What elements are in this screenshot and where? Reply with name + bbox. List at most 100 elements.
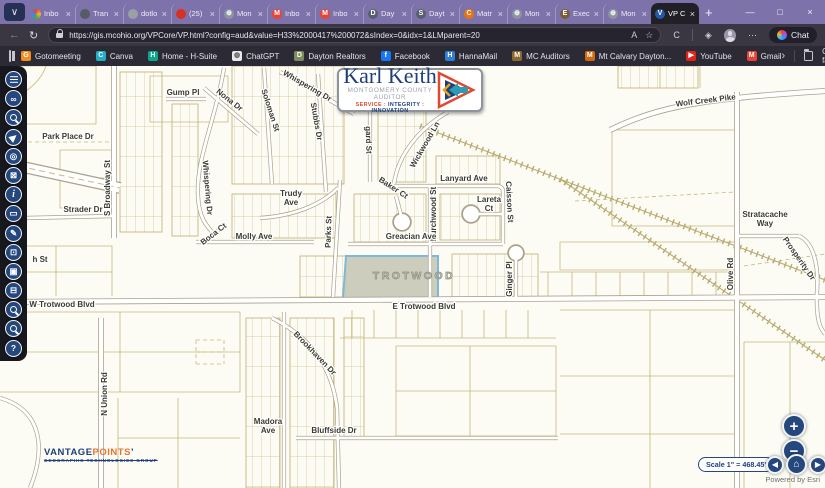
extent-nav-controls: ◀ ⌂ ▶ (766, 454, 825, 475)
home-extent-button[interactable]: ⌂ (786, 454, 807, 475)
read-aloud-icon[interactable]: A (631, 30, 637, 40)
minimize-button[interactable]: — (735, 7, 765, 17)
tool-binoculars-find[interactable]: ∞ (5, 90, 22, 107)
vantage-tm: ’ (131, 447, 134, 458)
tool-record-search[interactable] (5, 320, 22, 337)
tab-close-icon[interactable]: × (258, 9, 263, 19)
browser-tab-2[interactable]: Tran× (75, 3, 123, 24)
street-label: S Broadway St (103, 160, 112, 216)
bookmarks-right: › Other favorites (782, 47, 825, 65)
bookmark-mt-calvary-dayton[interactable]: MMt Calvary Dayton... (585, 51, 671, 61)
browser-tab-7[interactable]: MInbo× (315, 3, 363, 24)
favorite-star-icon[interactable]: ☆ (645, 30, 653, 41)
street-label: Bluffside Dr (311, 426, 356, 435)
tool-info[interactable]: i (5, 186, 22, 203)
bookmark-favicon: ▶ (686, 51, 696, 61)
tool-query[interactable] (5, 301, 22, 318)
tab-close-icon[interactable]: × (162, 9, 167, 19)
logo-tagline: SERVICE : INTEGRITY : INNOVATION (343, 102, 437, 114)
tool-print[interactable]: ⊟ (5, 282, 22, 299)
bookmark-favicon: D (294, 51, 304, 61)
tool-zoom-search[interactable] (5, 109, 22, 126)
browser-tab-10[interactable]: CMatr× (459, 3, 507, 24)
previous-extent-button[interactable]: ◀ (766, 456, 784, 474)
bookmark-chatgpt[interactable]: ◍ChatGPT (232, 51, 279, 61)
tab-close-icon[interactable]: × (642, 9, 647, 19)
bookmark-hannamail[interactable]: HHannaMail (445, 51, 497, 61)
browser-tab-8[interactable]: DDay× (363, 3, 411, 24)
tool-screenshot[interactable]: ▣ (5, 263, 22, 280)
tab-close-icon[interactable]: × (210, 9, 215, 19)
bookmark-gotomeeting[interactable]: GGotomeeting (21, 51, 81, 61)
zoom-in-button[interactable]: + (782, 414, 806, 438)
map-canvas[interactable]: Gump PlNona DrSoloman StWhispering DrStu… (0, 66, 825, 488)
bookmark-label: Gotomeeting (35, 52, 81, 61)
address-bar[interactable]: https://gis.mcohio.org/VPCore/VP.html?co… (48, 27, 661, 43)
bookmark-dayton-realtors[interactable]: DDayton Realtors (294, 51, 365, 61)
tab-close-icon[interactable]: × (402, 9, 407, 19)
next-extent-button[interactable]: ▶ (809, 456, 825, 474)
browser-tab-13[interactable]: ⊕Mon× (603, 3, 651, 24)
bookmark-label: MC Auditors (526, 52, 570, 61)
copilot-chat-button[interactable]: Chat (769, 27, 817, 43)
tab-close-icon[interactable]: × (546, 9, 551, 19)
browser-essentials-icon[interactable]: C (673, 30, 680, 40)
tab-close-icon[interactable]: × (450, 9, 455, 19)
bookmark-canva[interactable]: CCanva (96, 51, 133, 61)
browser-tab-12[interactable]: EExec× (555, 3, 603, 24)
bookmarks-overflow-chevron[interactable]: › (782, 50, 786, 62)
tab-close-icon[interactable]: × (690, 9, 695, 19)
more-menu-icon[interactable]: ⋯ (748, 30, 757, 41)
browser-tab-3[interactable]: dotlo× (123, 3, 171, 24)
tool-locate[interactable]: ◎ (5, 148, 22, 165)
back-icon[interactable]: ← (9, 29, 20, 41)
bookmark-favicon: f (381, 51, 391, 61)
browser-tab-4[interactable]: (25)× (171, 3, 219, 24)
browser-tab-9[interactable]: SDayt× (411, 3, 459, 24)
bookmark-facebook[interactable]: fFacebook (381, 51, 430, 61)
query-magnifier-icon (10, 306, 17, 313)
tool-measure[interactable]: ▭ (5, 205, 22, 222)
street-label: N Union Rd (100, 372, 109, 416)
tab-close-icon[interactable]: × (354, 9, 359, 19)
tab-title: Mon (621, 9, 639, 18)
vantage-points-logo: VANTAGEPOINTS’ GEOGRAPHIC TECHNOLOGIES G… (44, 448, 158, 464)
tool-menu[interactable] (5, 71, 22, 88)
tab-search-button[interactable]: ∨ (4, 3, 25, 21)
tool-pan[interactable]: ▶ (5, 129, 22, 146)
street-label: StratacacheWay (742, 210, 788, 228)
url-text[interactable]: https://gis.mcohio.org/VPCore/VP.html?co… (69, 31, 623, 40)
tool-select[interactable]: ⊡ (5, 244, 22, 261)
bookmark-home-h-suite[interactable]: HHome - H-Suite (148, 51, 217, 61)
tab-close-icon[interactable]: × (498, 9, 503, 19)
browser-tab-6[interactable]: MInbo× (267, 3, 315, 24)
tool-clear-selection[interactable]: ⊠ (5, 167, 22, 184)
browser-tab-14[interactable]: VVP C× (651, 3, 699, 24)
tab-favicon (176, 9, 186, 19)
tab-close-icon[interactable]: × (594, 9, 599, 19)
tab-close-icon[interactable]: × (114, 9, 119, 19)
new-tab-button[interactable]: + (705, 5, 713, 20)
tab-close-icon[interactable]: × (306, 9, 311, 19)
bookmark-gmail[interactable]: MGmail (747, 51, 782, 61)
refresh-icon[interactable]: ↻ (29, 29, 38, 42)
browser-tab-5[interactable]: ⊕Mon× (219, 3, 267, 24)
collections-icon[interactable]: ◈ (705, 30, 712, 41)
bookmark-mc-auditors[interactable]: MMC Auditors (512, 51, 570, 61)
tab-title: Tran (93, 9, 111, 18)
street-label: W Trotwood Blvd (29, 300, 94, 309)
tab-close-icon[interactable]: × (66, 9, 71, 19)
tool-draw[interactable]: ✎ (5, 225, 22, 242)
tool-help[interactable]: ? (5, 340, 22, 357)
restore-button[interactable]: □ (765, 7, 795, 17)
bookmark-youtube[interactable]: ▶YouTube (686, 51, 731, 61)
close-button[interactable]: × (795, 7, 825, 17)
street-label: E Trotwood Blvd (392, 302, 455, 311)
street-label: Wolf Creek Pike (675, 92, 737, 108)
sidebar-toggle-icon[interactable] (9, 50, 11, 62)
tab-title: Inbo (285, 9, 303, 18)
info-icon: i (12, 189, 15, 200)
profile-avatar[interactable] (724, 29, 736, 42)
browser-tab-1[interactable]: Inbo× (27, 3, 75, 24)
browser-tab-11[interactable]: ⊕Mon× (507, 3, 555, 24)
